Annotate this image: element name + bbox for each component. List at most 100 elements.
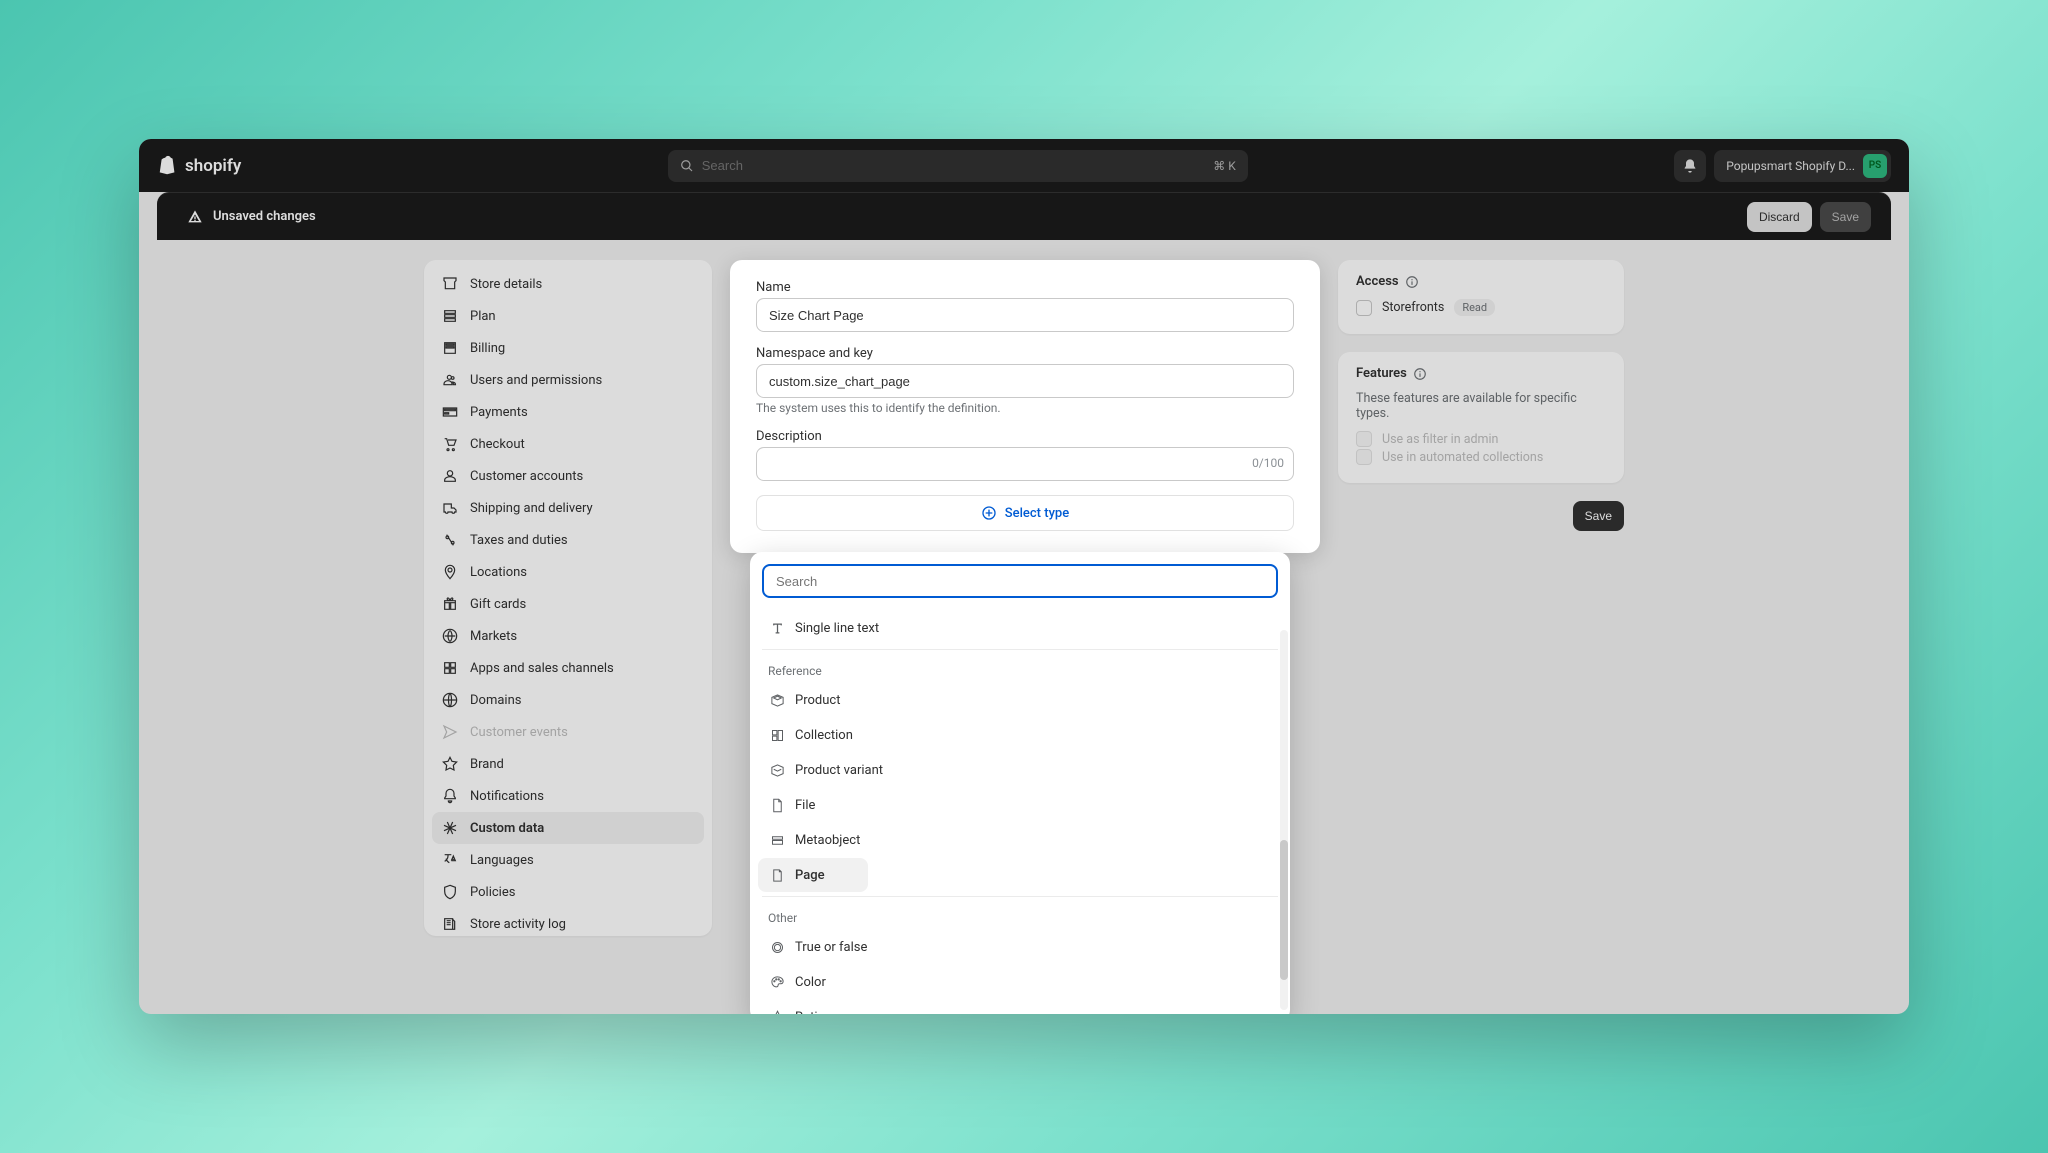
nav-item-policies[interactable]: Policies bbox=[432, 876, 704, 908]
file-icon bbox=[770, 798, 785, 813]
search-input[interactable] bbox=[702, 158, 1213, 173]
loc-icon bbox=[442, 564, 458, 580]
dropdown-scrollbar[interactable] bbox=[1280, 630, 1288, 1010]
avatar: PS bbox=[1863, 154, 1887, 178]
info-icon bbox=[1413, 367, 1427, 381]
nav-item-brand[interactable]: Brand bbox=[432, 748, 704, 780]
select-type-label: Select type bbox=[1005, 506, 1069, 521]
auto-label: Use in automated collections bbox=[1382, 450, 1543, 465]
discard-button[interactable]: Discard bbox=[1747, 202, 1812, 232]
nav-item-store-details[interactable]: Store details bbox=[432, 268, 704, 300]
storefronts-checkbox[interactable] bbox=[1356, 300, 1372, 316]
nav-item-plan[interactable]: Plan bbox=[432, 300, 704, 332]
brand-icon bbox=[442, 756, 458, 772]
divider bbox=[762, 649, 1278, 650]
name-input[interactable] bbox=[756, 298, 1294, 332]
market-icon bbox=[442, 628, 458, 644]
divider bbox=[762, 896, 1278, 897]
description-label: Description bbox=[756, 429, 1294, 444]
group-reference: Reference bbox=[754, 654, 1286, 682]
settings-nav: Store detailsPlanBillingUsers and permis… bbox=[424, 260, 712, 936]
app-frame: shopify ⌘ K Popupsmart Shopify D... PS U… bbox=[139, 139, 1909, 1014]
apps-icon bbox=[442, 660, 458, 676]
features-card: Features These features are available fo… bbox=[1338, 352, 1624, 483]
logo-text: shopify bbox=[185, 156, 241, 176]
type-dropdown: Single line text Reference ProductCollec… bbox=[750, 552, 1290, 1014]
type-option-rating[interactable]: Rating bbox=[758, 1000, 1282, 1014]
log-icon bbox=[442, 916, 458, 932]
nav-item-billing[interactable]: Billing bbox=[432, 332, 704, 364]
events-icon bbox=[442, 724, 458, 740]
nav-item-domains[interactable]: Domains bbox=[432, 684, 704, 716]
type-option-file[interactable]: File bbox=[758, 788, 1282, 822]
scrollbar-thumb[interactable] bbox=[1280, 840, 1288, 980]
nav-item-store-activity-log[interactable]: Store activity log bbox=[432, 908, 704, 940]
search-icon bbox=[680, 159, 694, 173]
type-option-color[interactable]: Color bbox=[758, 965, 1282, 999]
checkout-icon bbox=[442, 436, 458, 452]
type-option-page[interactable]: Page bbox=[758, 858, 868, 892]
group-other: Other bbox=[754, 901, 1286, 929]
topbar: shopify ⌘ K Popupsmart Shopify D... PS bbox=[139, 139, 1909, 192]
store-icon bbox=[442, 276, 458, 292]
save-button-top[interactable]: Save bbox=[1820, 202, 1871, 232]
nav-item-custom-data[interactable]: Custom data bbox=[432, 812, 704, 844]
type-option-collection[interactable]: Collection bbox=[758, 718, 1282, 752]
select-type-button[interactable]: Select type bbox=[756, 495, 1294, 531]
type-option-single-line-text[interactable]: Single line text bbox=[758, 611, 1282, 645]
nav-item-locations[interactable]: Locations bbox=[432, 556, 704, 588]
notif-icon bbox=[442, 788, 458, 804]
nav-item-shipping-and-delivery[interactable]: Shipping and delivery bbox=[432, 492, 704, 524]
auto-checkbox bbox=[1356, 449, 1372, 465]
nav-item-taxes-and-duties[interactable]: Taxes and duties bbox=[432, 524, 704, 556]
warning-icon bbox=[187, 209, 203, 225]
nav-item-languages[interactable]: Languages bbox=[432, 844, 704, 876]
type-option-true-or-false[interactable]: True or false bbox=[758, 930, 1282, 964]
gift-icon bbox=[442, 596, 458, 612]
ship-icon bbox=[442, 500, 458, 516]
nav-item-payments[interactable]: Payments bbox=[432, 396, 704, 428]
type-option-metaobject[interactable]: Metaobject bbox=[758, 823, 1282, 857]
nav-item-users-and-permissions[interactable]: Users and permissions bbox=[432, 364, 704, 396]
type-option-product[interactable]: Product bbox=[758, 683, 1282, 717]
bell-icon bbox=[1682, 158, 1698, 174]
main-column: Name Namespace and key The system uses t… bbox=[730, 260, 1320, 1014]
users-icon bbox=[442, 372, 458, 388]
save-button-bottom[interactable]: Save bbox=[1573, 501, 1624, 531]
content-area: Store detailsPlanBillingUsers and permis… bbox=[139, 240, 1909, 1014]
nav-item-apps-and-sales-channels[interactable]: Apps and sales channels bbox=[432, 652, 704, 684]
unsaved-bar: Unsaved changes Discard Save bbox=[157, 192, 1891, 240]
product-variant-icon bbox=[770, 763, 785, 778]
notifications-button[interactable] bbox=[1674, 150, 1706, 182]
read-badge: Read bbox=[1454, 299, 1495, 316]
description-input[interactable] bbox=[756, 447, 1294, 481]
collection-icon bbox=[770, 728, 785, 743]
nav-item-checkout[interactable]: Checkout bbox=[432, 428, 704, 460]
logo: shopify bbox=[157, 155, 241, 177]
metaobject-icon bbox=[770, 833, 785, 848]
true-or-false-icon bbox=[770, 940, 785, 955]
features-desc: These features are available for specifi… bbox=[1356, 391, 1606, 421]
namespace-help: The system uses this to identify the def… bbox=[756, 401, 1294, 415]
product-icon bbox=[770, 693, 785, 708]
type-search-input[interactable] bbox=[762, 564, 1278, 598]
features-title: Features bbox=[1356, 366, 1407, 381]
nav-item-markets[interactable]: Markets bbox=[432, 620, 704, 652]
nav-item-notifications[interactable]: Notifications bbox=[432, 780, 704, 812]
global-search[interactable]: ⌘ K bbox=[668, 150, 1248, 182]
namespace-input[interactable] bbox=[756, 364, 1294, 398]
store-switcher[interactable]: Popupsmart Shopify D... PS bbox=[1714, 150, 1891, 182]
cust-icon bbox=[442, 468, 458, 484]
nav-item-customer-events[interactable]: Customer events bbox=[432, 716, 704, 748]
plus-circle-icon bbox=[981, 505, 997, 521]
type-option-product-variant[interactable]: Product variant bbox=[758, 753, 1282, 787]
lang-icon bbox=[442, 852, 458, 868]
access-card: Access Storefronts Read bbox=[1338, 260, 1624, 334]
shopify-logo-icon bbox=[157, 155, 179, 177]
text-icon bbox=[770, 621, 785, 636]
search-kbd: ⌘ K bbox=[1213, 159, 1236, 173]
namespace-label: Namespace and key bbox=[756, 346, 1294, 361]
store-name: Popupsmart Shopify D... bbox=[1726, 159, 1855, 173]
nav-item-gift-cards[interactable]: Gift cards bbox=[432, 588, 704, 620]
nav-item-customer-accounts[interactable]: Customer accounts bbox=[432, 460, 704, 492]
